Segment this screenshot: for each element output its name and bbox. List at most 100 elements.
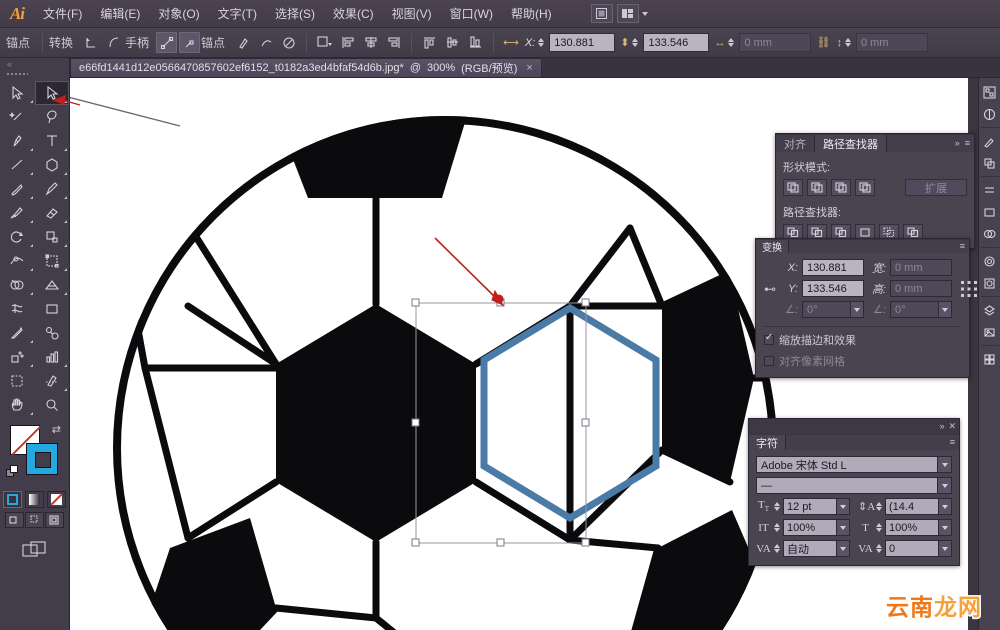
- tab-transform[interactable]: 变换: [756, 240, 789, 254]
- change-screen-mode-icon[interactable]: [0, 540, 69, 558]
- perspective-grid-tool[interactable]: [35, 273, 70, 297]
- panel-menu-icon[interactable]: ≡: [965, 139, 970, 148]
- menu-select[interactable]: 选择(S): [266, 4, 324, 24]
- draw-normal-button[interactable]: [5, 512, 24, 528]
- width-tool[interactable]: [0, 249, 35, 273]
- transform-shear-dropdown-icon[interactable]: [938, 302, 951, 317]
- hand-tool[interactable]: [0, 393, 35, 417]
- expand-button[interactable]: 扩展: [905, 179, 967, 196]
- tab-pathfinder[interactable]: 路径查找器: [815, 135, 887, 152]
- align-center-h-icon[interactable]: [360, 32, 381, 53]
- lasso-tool[interactable]: [35, 105, 70, 129]
- paintbrush-tool[interactable]: [0, 177, 35, 201]
- y-stepper[interactable]: [632, 38, 639, 47]
- unite-button[interactable]: [783, 179, 803, 196]
- tab-align[interactable]: 对齐: [776, 135, 815, 152]
- none-mode-button[interactable]: [47, 491, 66, 508]
- reference-point-widget[interactable]: [958, 278, 980, 300]
- align-top-icon[interactable]: [419, 32, 440, 53]
- close-tab-icon[interactable]: ×: [526, 62, 532, 74]
- close-character-panel-icon[interactable]: ✕: [948, 422, 956, 431]
- arrange-documents-icon[interactable]: [616, 4, 639, 23]
- transform-angle-input[interactable]: 0°: [802, 301, 864, 318]
- links-panel-icon[interactable]: [980, 321, 1000, 343]
- column-graph-tool[interactable]: [35, 345, 70, 369]
- horizontal-scale-dropdown-icon[interactable]: [938, 520, 951, 535]
- scale-strokes-checkbox[interactable]: [764, 332, 774, 345]
- align-right-icon[interactable]: [383, 32, 404, 53]
- align-pixel-grid-checkbox[interactable]: [764, 356, 774, 366]
- transform-w-input[interactable]: 0 mm: [890, 259, 952, 276]
- document-tab[interactable]: e66fd1441d12e0566470857602ef6152_t0182a3…: [70, 58, 542, 77]
- align-bottom-icon[interactable]: [465, 32, 486, 53]
- transform-panel-menu-icon[interactable]: ≡: [960, 242, 965, 251]
- vertical-scale-stepper[interactable]: [774, 523, 780, 532]
- draw-inside-button[interactable]: [45, 512, 64, 528]
- pen-tool[interactable]: [0, 129, 35, 153]
- x-stepper[interactable]: [538, 38, 545, 47]
- menu-file[interactable]: 文件(F): [34, 4, 91, 24]
- height-stepper[interactable]: [844, 38, 851, 47]
- horizontal-scale-input[interactable]: 100%: [885, 519, 952, 536]
- toolbar-drag-handle[interactable]: [6, 72, 28, 77]
- default-fill-stroke-icon[interactable]: [6, 465, 19, 478]
- eyedropper-tool[interactable]: [0, 321, 35, 345]
- symbols-icon[interactable]: [980, 152, 1000, 174]
- blob-brush-tool[interactable]: [0, 201, 35, 225]
- layers-panel-icon[interactable]: [980, 299, 1000, 321]
- transform-y-input[interactable]: 133.546: [802, 280, 864, 297]
- menu-view[interactable]: 视图(V): [383, 4, 441, 24]
- stroke-swatch[interactable]: [26, 443, 58, 475]
- width-stepper[interactable]: [728, 38, 735, 47]
- intersect-button[interactable]: [831, 179, 851, 196]
- tab-character[interactable]: 字符: [749, 435, 786, 450]
- color-panel-icon[interactable]: [980, 81, 1000, 103]
- horizontal-scale-stepper[interactable]: [876, 523, 882, 532]
- connect-paths-icon[interactable]: [278, 32, 299, 53]
- convert-to-corner-icon[interactable]: [80, 32, 101, 53]
- transparency-icon[interactable]: [980, 223, 1000, 245]
- width-input[interactable]: 0 mm: [739, 33, 812, 52]
- eraser-tool[interactable]: [35, 201, 70, 225]
- kerning-dropdown-icon[interactable]: [836, 541, 849, 556]
- font-size-dropdown-icon[interactable]: [836, 499, 849, 514]
- magic-wand-tool[interactable]: [0, 105, 35, 129]
- align-left-icon[interactable]: [337, 32, 358, 53]
- exclude-button[interactable]: [855, 179, 875, 196]
- font-size-input[interactable]: 12 pt: [783, 498, 850, 515]
- transform-shear-input[interactable]: 0°: [890, 301, 952, 318]
- direct-selection-tool[interactable]: [34, 81, 69, 105]
- tracking-dropdown-icon[interactable]: [938, 541, 951, 556]
- x-input[interactable]: 130.881: [549, 33, 616, 52]
- gradient-mode-button[interactable]: [25, 491, 44, 508]
- chevron-down-icon[interactable]: [641, 11, 648, 16]
- add-anchor-point-icon[interactable]: [232, 32, 253, 53]
- menu-edit[interactable]: 编辑(E): [91, 4, 149, 24]
- height-input[interactable]: 0 mm: [855, 33, 928, 52]
- appearance-icon[interactable]: [980, 250, 1000, 272]
- remove-anchor-point-icon[interactable]: [255, 32, 276, 53]
- rotate-tool[interactable]: [0, 225, 35, 249]
- transform-angle-dropdown-icon[interactable]: [850, 302, 863, 317]
- collapse-panel-icon[interactable]: »: [955, 139, 960, 148]
- show-handles-icon[interactable]: [156, 32, 178, 53]
- slice-tool[interactable]: [35, 369, 70, 393]
- pencil-tool[interactable]: [35, 177, 70, 201]
- vertical-scale-dropdown-icon[interactable]: [836, 520, 849, 535]
- toolbar-grip[interactable]: «: [0, 58, 69, 70]
- graphic-styles-icon[interactable]: [980, 272, 1000, 294]
- draw-behind-button[interactable]: [25, 512, 44, 528]
- font-style-dropdown-icon[interactable]: [937, 478, 951, 493]
- artboard-tool[interactable]: [0, 369, 35, 393]
- transform-x-input[interactable]: 130.881: [802, 259, 864, 276]
- y-input[interactable]: 133.546: [643, 33, 710, 52]
- gradient-panel-icon[interactable]: [980, 201, 1000, 223]
- tracking-input[interactable]: 0: [885, 540, 952, 557]
- font-style-select[interactable]: —: [756, 477, 952, 494]
- zoom-tool[interactable]: [35, 393, 70, 417]
- hide-handles-icon[interactable]: [179, 32, 201, 53]
- leading-dropdown-icon[interactable]: [938, 499, 951, 514]
- free-transform-tool[interactable]: [35, 249, 70, 273]
- kerning-stepper[interactable]: [774, 544, 780, 553]
- align-pixel-grid-checkbox-row[interactable]: 对齐像素网格: [764, 353, 961, 369]
